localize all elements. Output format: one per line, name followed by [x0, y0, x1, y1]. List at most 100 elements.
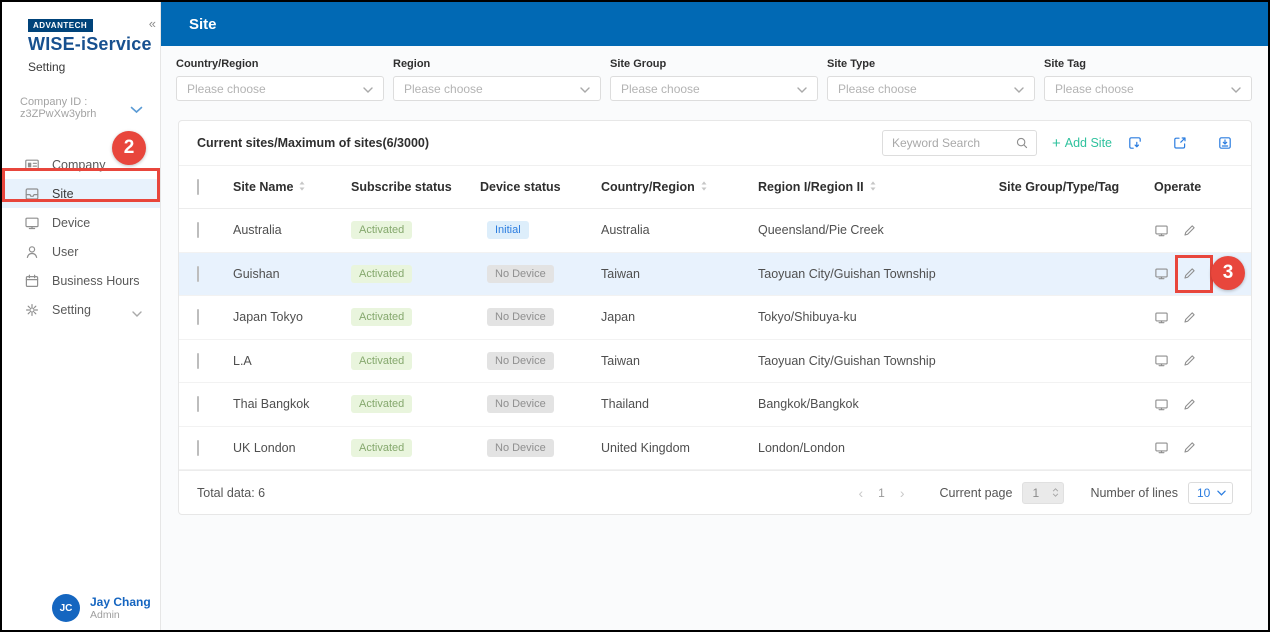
device-list-icon[interactable] — [1154, 266, 1169, 281]
chevron-down-icon — [363, 80, 373, 98]
row-checkbox[interactable] — [197, 353, 199, 369]
select-placeholder: Please choose — [404, 82, 483, 96]
main-content: Site Country/Region Please choose Region Pl… — [161, 2, 1268, 630]
cell-site-name: L.A — [233, 354, 351, 368]
sort-icon[interactable] — [700, 180, 708, 195]
chevron-down-icon — [580, 80, 590, 98]
annotation-box-edit — [1175, 255, 1213, 293]
column-header-site-name[interactable]: Site Name — [233, 180, 351, 195]
annotation-box-site — [2, 168, 160, 202]
row-checkbox[interactable] — [197, 222, 199, 238]
select-all-checkbox[interactable] — [197, 179, 199, 195]
edit-pencil-icon[interactable] — [1182, 310, 1197, 325]
search-icon[interactable] — [1015, 136, 1029, 150]
device-list-icon[interactable] — [1154, 440, 1169, 455]
column-label: Site Name — [233, 180, 293, 194]
current-page-label: Current page — [939, 486, 1012, 500]
device-list-icon[interactable] — [1154, 397, 1169, 412]
business-hours-icon — [24, 273, 40, 289]
device-list-icon[interactable] — [1154, 310, 1169, 325]
export-icon[interactable] — [1172, 135, 1188, 151]
row-checkbox[interactable] — [197, 396, 199, 412]
column-label: Site Group/Type/Tag — [999, 180, 1119, 194]
edit-pencil-icon[interactable] — [1182, 440, 1197, 455]
cell-region: Bangkok/Bangkok — [758, 397, 964, 411]
page-number[interactable]: 1 — [872, 486, 891, 500]
column-header-subscribe-status: Subscribe status — [351, 180, 480, 194]
filter-label: Site Group — [610, 58, 818, 70]
filter-label: Region — [393, 58, 601, 70]
sidebar-collapse-icon[interactable]: « — [149, 16, 156, 31]
cell-site-name: Thai Bangkok — [233, 397, 351, 411]
annotation-step-2: 2 — [112, 131, 146, 165]
download-icon[interactable] — [1217, 135, 1233, 151]
filter-select-country-region[interactable]: Please choose — [176, 76, 384, 101]
filter-select-site-tag[interactable]: Please choose — [1044, 76, 1252, 101]
row-checkbox[interactable] — [197, 309, 199, 325]
edit-pencil-icon[interactable] — [1182, 397, 1197, 412]
table-toolbar: Current sites/Maximum of sites(6/3000) +… — [179, 121, 1251, 166]
cell-region: Taoyuan City/Guishan Township — [758, 267, 964, 281]
column-header-region-i-region-ii[interactable]: Region I/Region II — [758, 180, 964, 195]
user-name: Jay Chang — [90, 595, 151, 609]
device-list-icon[interactable] — [1154, 223, 1169, 238]
select-placeholder: Please choose — [838, 82, 917, 96]
device-status-badge: No Device — [487, 352, 554, 370]
user-icon — [24, 244, 40, 260]
plus-icon: + — [1052, 136, 1061, 151]
filter-label: Country/Region — [176, 58, 384, 70]
sidebar-item-user[interactable]: User — [2, 237, 160, 266]
stepper-icons[interactable] — [1052, 488, 1059, 497]
sidebar-item-label: User — [52, 245, 78, 259]
column-label: Country/Region — [601, 180, 695, 194]
import-icon[interactable] — [1127, 135, 1143, 151]
lines-per-page-value: 10 — [1197, 486, 1210, 500]
column-label: Operate — [1154, 180, 1201, 194]
product-subtitle: Setting — [28, 60, 160, 74]
chevron-down-icon — [132, 306, 142, 320]
annotation-step-3: 3 — [1211, 256, 1245, 290]
sidebar-item-label: Device — [52, 216, 90, 230]
chevron-down-icon[interactable] — [130, 101, 143, 119]
sort-icon[interactable] — [298, 180, 306, 195]
setting-icon — [24, 302, 40, 318]
column-header-country-region[interactable]: Country/Region — [601, 180, 758, 195]
lines-per-page-select[interactable]: 10 — [1188, 482, 1233, 504]
add-site-button[interactable]: + Add Site — [1052, 136, 1112, 151]
user-block[interactable]: JC Jay Chang Admin — [52, 594, 151, 622]
cell-country-region: Taiwan — [601, 354, 758, 368]
column-header-device-status: Device status — [480, 180, 601, 194]
filter-select-site-group[interactable]: Please choose — [610, 76, 818, 101]
filter-select-site-type[interactable]: Please choose — [827, 76, 1035, 101]
cell-region: Tokyo/Shibuya-ku — [758, 310, 964, 324]
edit-pencil-icon[interactable] — [1182, 223, 1197, 238]
filter-bar: Country/Region Please choose Region Please … — [161, 46, 1268, 101]
page-title: Site — [189, 16, 217, 33]
keyword-search-input[interactable] — [892, 136, 1015, 150]
sort-icon[interactable] — [869, 180, 877, 195]
chevron-down-icon — [797, 80, 807, 98]
chevron-down-icon — [1231, 80, 1241, 98]
page-header: Site — [161, 2, 1268, 46]
filter-select-region[interactable]: Please choose — [393, 76, 601, 101]
prev-page-icon[interactable]: ‹ — [849, 485, 872, 501]
current-page-input[interactable]: 1 — [1022, 482, 1064, 504]
subscribe-status-badge: Activated — [351, 265, 412, 283]
subscribe-status-badge: Activated — [351, 439, 412, 457]
cell-country-region: Thailand — [601, 397, 758, 411]
cell-site-name: Guishan — [233, 267, 351, 281]
sidebar-item-setting[interactable]: Setting — [2, 295, 160, 324]
sidebar-item-device[interactable]: Device — [2, 208, 160, 237]
current-page-value: 1 — [1032, 486, 1039, 500]
column-label: Device status — [480, 180, 561, 194]
sidebar-item-label: Business Hours — [52, 274, 140, 288]
edit-pencil-icon[interactable] — [1182, 353, 1197, 368]
table-row-australia: AustraliaActivatedInitialAustraliaQueens… — [179, 209, 1251, 253]
row-checkbox[interactable] — [197, 440, 199, 456]
device-list-icon[interactable] — [1154, 353, 1169, 368]
chevron-down-icon — [1014, 80, 1024, 98]
filter-region: Region Please choose — [393, 58, 601, 101]
sidebar-item-business-hours[interactable]: Business Hours — [2, 266, 160, 295]
next-page-icon[interactable]: › — [891, 485, 914, 501]
row-checkbox[interactable] — [197, 266, 199, 282]
